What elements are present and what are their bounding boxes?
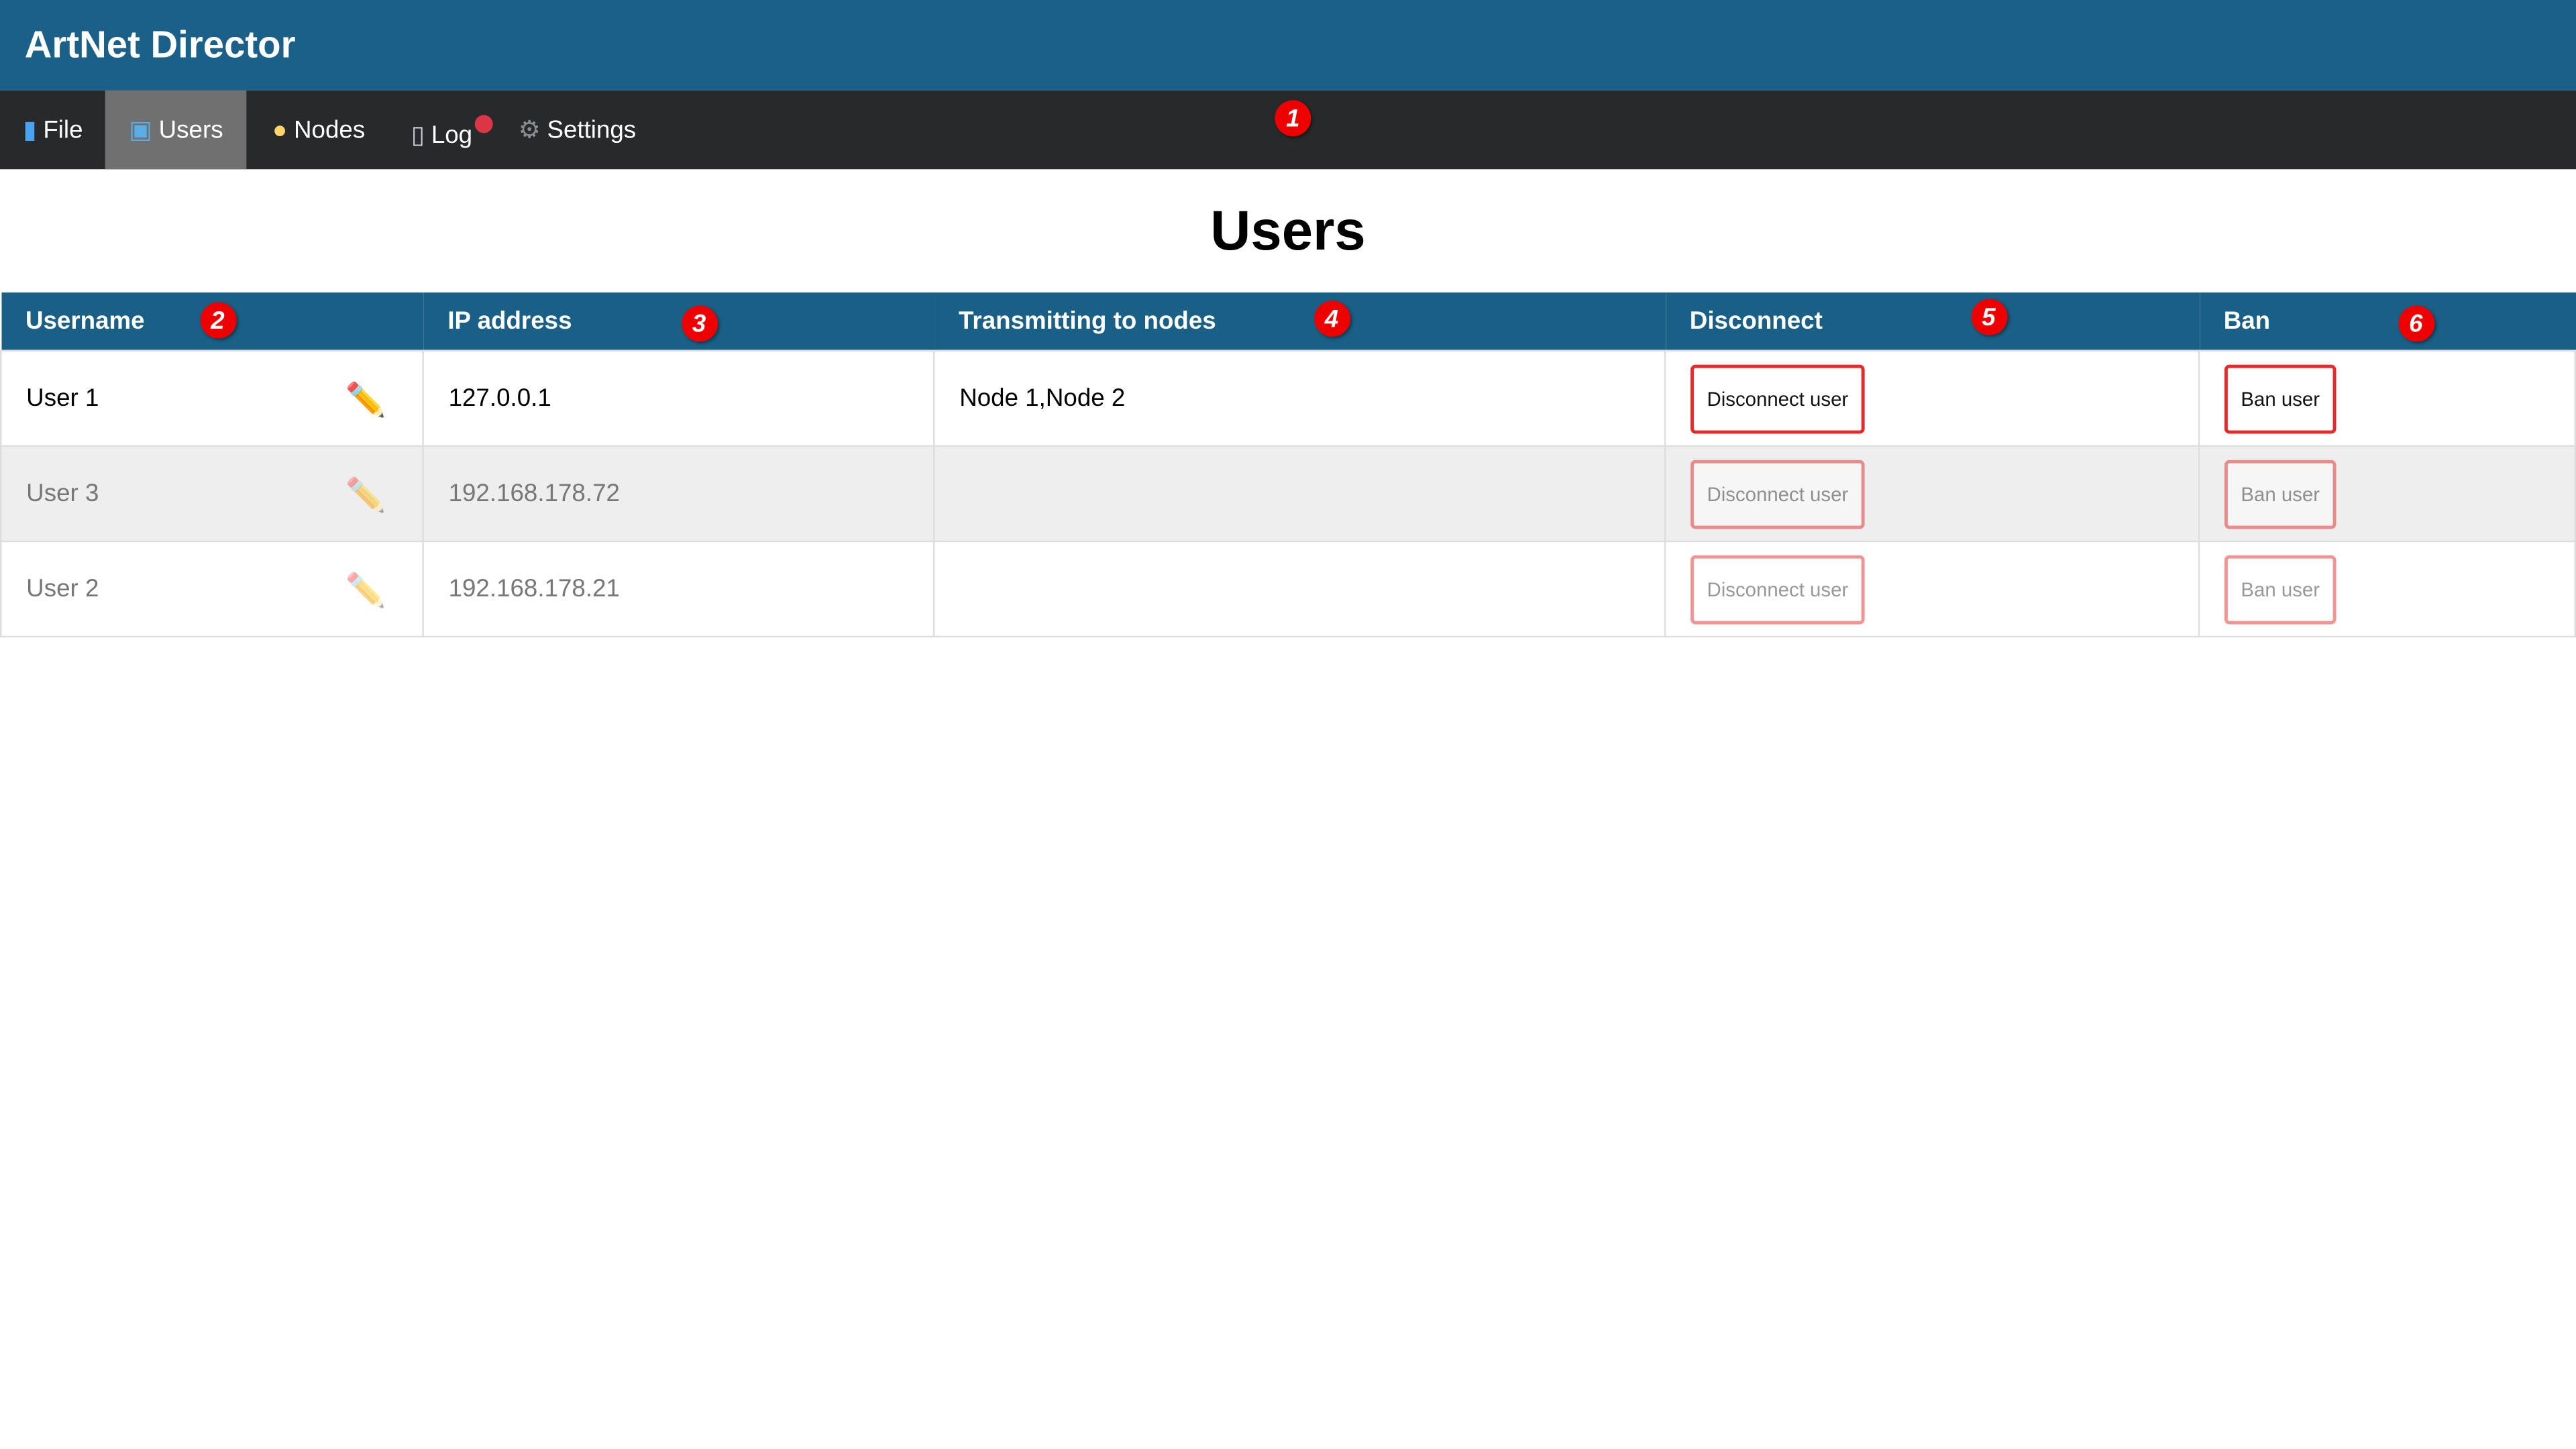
header-nodes: Transmitting to nodes 4 xyxy=(934,292,1666,351)
lightbulb-icon: ● xyxy=(272,115,288,144)
header-label: Username xyxy=(25,307,145,335)
ban-user-button[interactable]: Ban user xyxy=(2224,364,2337,433)
disconnect-cell: Disconnect user xyxy=(1664,445,2200,543)
annotation-badge: 2 xyxy=(199,302,236,339)
ban-cell: Ban user xyxy=(2198,445,2576,543)
nav-label: Settings xyxy=(547,115,637,144)
disconnect-cell: Disconnect user xyxy=(1664,540,2200,638)
header-disconnect: Disconnect 5 xyxy=(1665,292,2199,351)
table-row: User 3 ✏️ 192.168.178.72 Disconnect user … xyxy=(0,445,2576,543)
disconnect-user-button[interactable]: Disconnect user xyxy=(1690,364,1865,433)
pencil-edit-icon[interactable]: ✏️ xyxy=(345,570,386,611)
nodes-cell: Node 1,Node 2 xyxy=(933,350,1666,447)
ip-cell: 192.168.178.72 xyxy=(422,445,935,543)
app-title-bar: ArtNet Director xyxy=(0,0,2576,91)
ip-cell: 127.0.0.1 xyxy=(422,350,935,447)
disconnect-cell: Disconnect user xyxy=(1664,350,2200,447)
table-row: User 1 ✏️ 127.0.0.1 Node 1,Node 2 Disconn… xyxy=(0,350,2576,447)
nav-users[interactable]: ▣ Users xyxy=(105,90,246,170)
nav-file[interactable]: ▮ File xyxy=(0,91,106,170)
header-label: Disconnect xyxy=(1689,307,1823,335)
nav-label: Log xyxy=(431,121,473,149)
pencil-edit-icon[interactable]: ✏️ xyxy=(345,380,386,421)
ban-cell: Ban user xyxy=(2198,540,2576,638)
annotation-badge: 3 xyxy=(681,305,717,342)
nav-log[interactable]: ▯ Log xyxy=(388,91,495,170)
username: User 3 xyxy=(26,480,99,508)
annotation-badge: 6 xyxy=(2398,305,2434,342)
annotation-badge: 4 xyxy=(1313,301,1350,337)
ban-user-button[interactable]: Ban user xyxy=(2224,459,2337,529)
ban-cell: Ban user xyxy=(2198,350,2576,447)
ban-user-button[interactable]: Ban user xyxy=(2224,554,2337,624)
pencil-edit-icon[interactable]: ✏️ xyxy=(345,475,386,516)
nav-label: Nodes xyxy=(294,115,366,144)
disconnect-user-button[interactable]: Disconnect user xyxy=(1690,554,1865,624)
folder-icon: ▮ xyxy=(23,116,37,145)
header-label: IP address xyxy=(447,307,572,335)
disconnect-user-button[interactable]: Disconnect user xyxy=(1690,459,1865,529)
username-cell: User 2 ✏️ xyxy=(0,540,424,638)
annotation-badge: 5 xyxy=(1970,299,2007,335)
nodes-cell xyxy=(933,540,1666,638)
username-cell: User 1 ✏️ xyxy=(0,350,424,447)
scroll-icon: ▯ xyxy=(411,121,425,150)
annotation-badge: 1 xyxy=(1275,100,1311,137)
header-label: Ban xyxy=(2223,307,2271,335)
nav-label: File xyxy=(43,115,83,144)
notification-dot xyxy=(474,115,492,133)
laptop-icon: ▣ xyxy=(129,116,152,145)
table-row: User 2 ✏️ 192.168.178.21 Disconnect user … xyxy=(0,540,2576,638)
gear-icon: ⚙ xyxy=(518,116,541,145)
header-username: Username 2 xyxy=(1,292,423,351)
header-label: Transmitting to nodes xyxy=(958,307,1216,335)
nav-nodes[interactable]: ● Nodes xyxy=(246,91,388,170)
app-title: ArtNet Director xyxy=(24,23,296,66)
username-cell: User 3 ✏️ xyxy=(0,445,424,543)
username: User 1 xyxy=(26,384,99,413)
nav-label: Users xyxy=(158,115,223,144)
main-nav: ▮ File ▣ Users ● Nodes ▯ Log ⚙ Settings 1 xyxy=(0,90,2576,170)
nav-settings[interactable]: ⚙ Settings xyxy=(495,91,659,170)
username: User 2 xyxy=(26,575,99,603)
ip-cell: 192.168.178.21 xyxy=(422,540,935,638)
page-title: Users xyxy=(1210,200,1366,263)
users-table: Username 2 IP address 3 Transmitting to no… xyxy=(0,292,2576,638)
nodes-cell xyxy=(933,445,1666,543)
header-ban: Ban 6 xyxy=(2198,292,2575,351)
header-ip: IP address 3 xyxy=(423,292,934,351)
